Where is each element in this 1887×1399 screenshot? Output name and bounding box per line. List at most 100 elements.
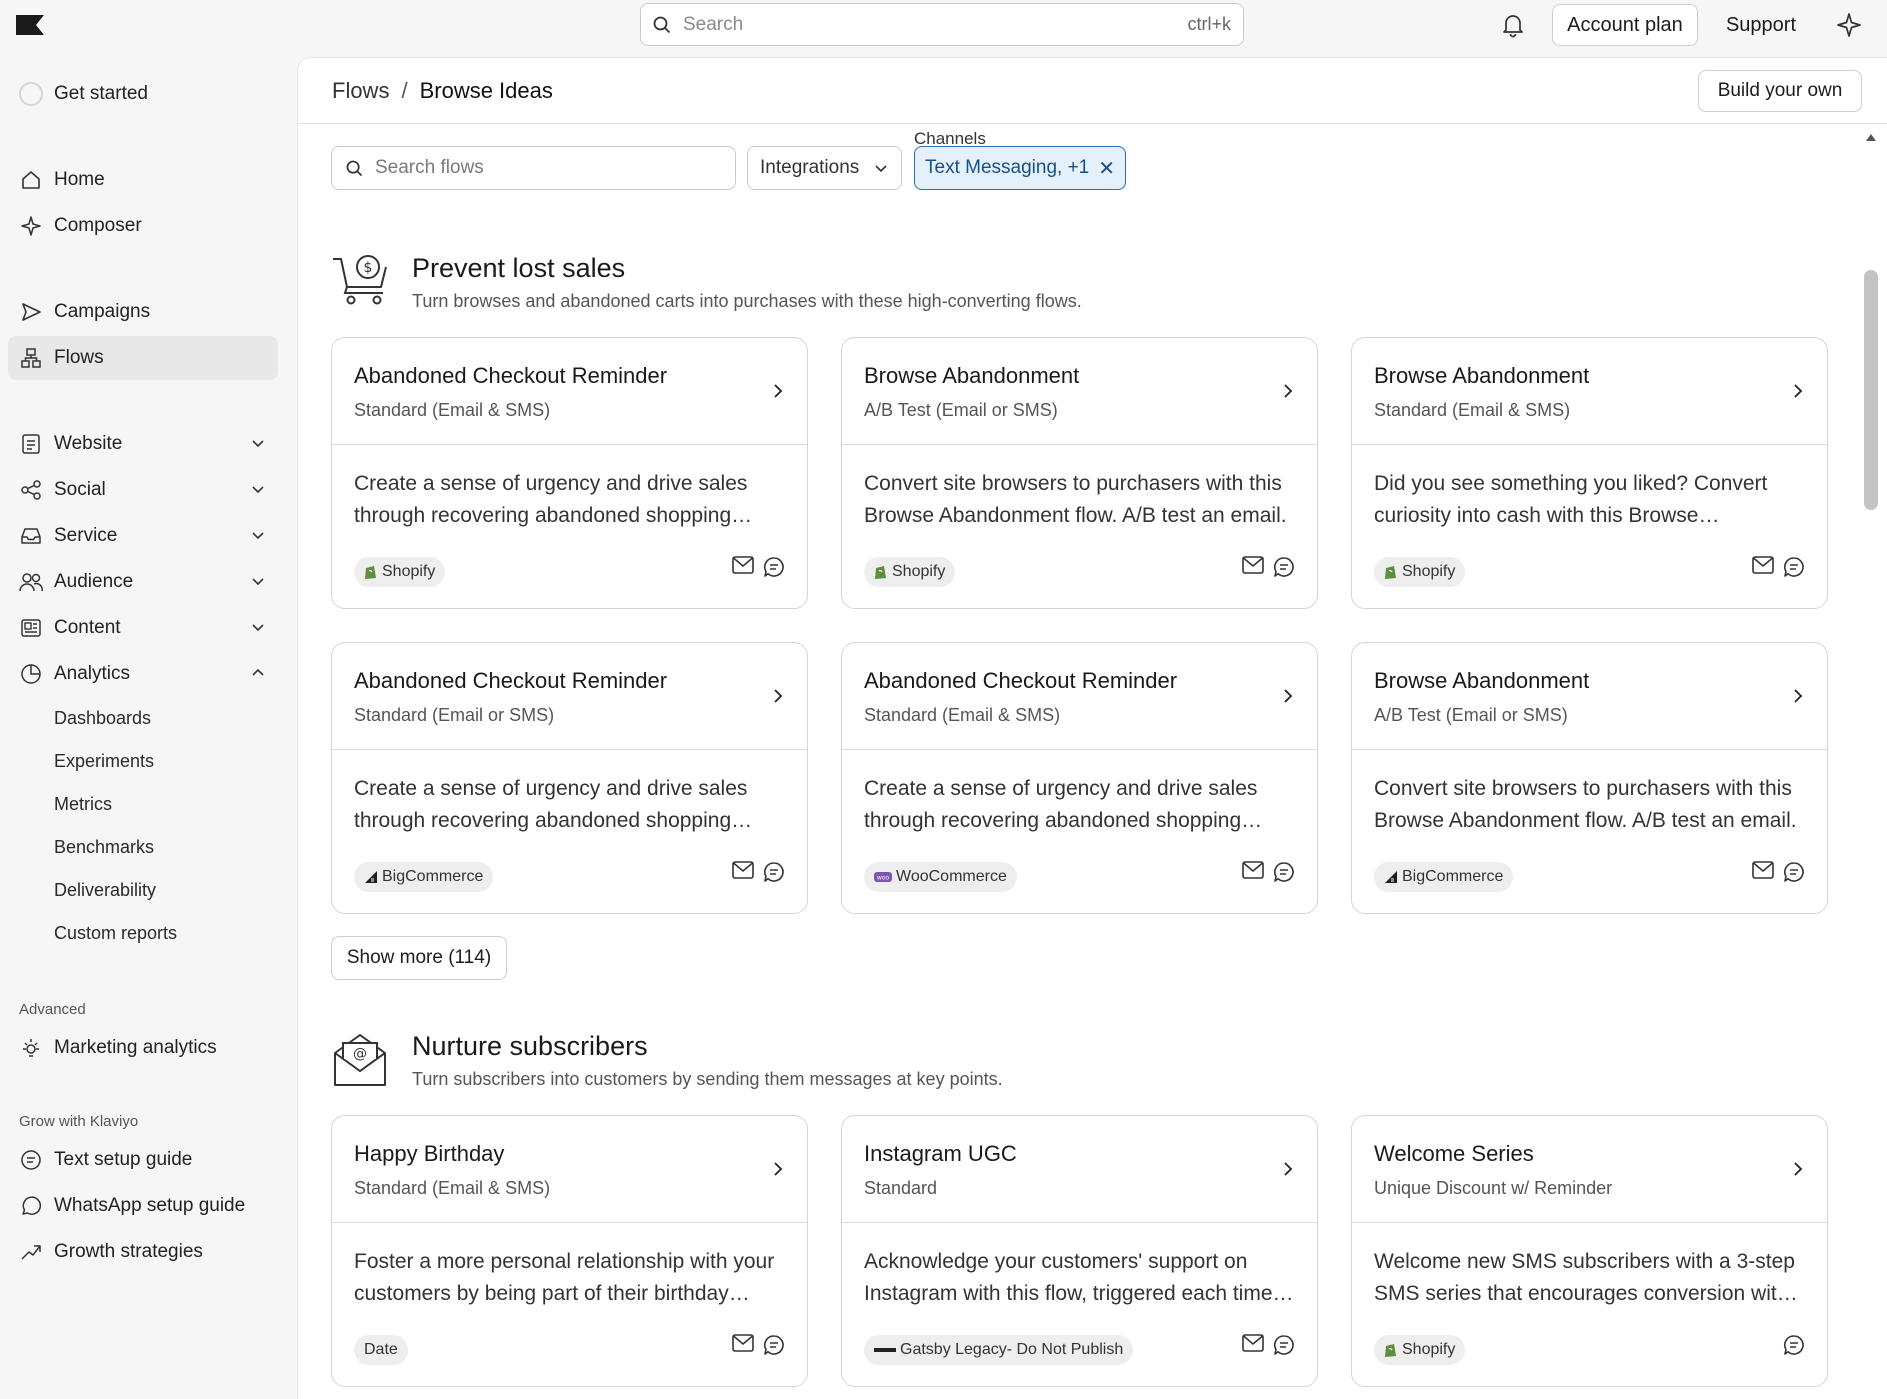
sidebar-item-composer[interactable]: Composer: [8, 204, 278, 248]
svg-text:$: $: [364, 260, 373, 276]
integration-tag-label: Shopify: [892, 563, 946, 580]
build-your-own-button[interactable]: Build your own: [1698, 70, 1862, 112]
chevron-right-icon[interactable]: [1281, 382, 1295, 400]
flow-card[interactable]: Abandoned Checkout Reminder Standard (Ema…: [841, 642, 1318, 914]
document-icon: [18, 431, 44, 457]
chevron-right-icon[interactable]: [771, 382, 785, 400]
chevron-right-icon[interactable]: [1281, 1160, 1295, 1178]
bigcommerce-icon: [364, 870, 378, 884]
flow-card-header[interactable]: Browse Abandonment A/B Test (Email or SMS…: [1352, 643, 1827, 750]
whatsapp-icon: [18, 1193, 44, 1219]
integration-tag: Gatsby Legacy- Do Not Publish: [864, 1335, 1134, 1365]
flow-card-description: Did you see something you liked? Convert…: [1374, 472, 1768, 527]
search-shortcut-hint: ctrl+k: [1187, 14, 1231, 34]
search-flows-input[interactable]: Search flows: [331, 146, 736, 190]
sidebar-item-flows[interactable]: Flows: [8, 336, 278, 380]
sidebar-item-label: Get started: [54, 83, 148, 104]
flow-card-description: Acknowledge your customers' support on I…: [864, 1250, 1273, 1305]
klaviyo-logo-icon[interactable]: [16, 15, 46, 35]
sidebar-item-label: Campaigns: [54, 301, 151, 322]
section-title: Prevent lost sales: [412, 253, 626, 283]
flow-card-header[interactable]: Happy Birthday Standard (Email & SMS): [332, 1116, 807, 1223]
flow-card-title: Happy Birthday: [354, 1141, 505, 1166]
home-icon: [18, 167, 44, 193]
sidebar-item-content[interactable]: Content: [8, 606, 278, 650]
close-icon[interactable]: ✕: [1098, 156, 1115, 181]
integration-tag-label: BigCommerce: [1402, 868, 1504, 885]
chevron-right-icon[interactable]: [1791, 1160, 1805, 1178]
breadcrumb-separator: /: [401, 78, 408, 103]
sidebar-item-text-setup-guide[interactable]: Text setup guide: [8, 1138, 278, 1182]
flow-card-description: Welcome new SMS subscribers with a 3-ste…: [1374, 1250, 1795, 1305]
sidebar-item-campaigns[interactable]: Campaigns: [8, 290, 278, 334]
flow-card[interactable]: Browse Abandonment A/B Test (Email or SMS…: [841, 337, 1318, 609]
flow-card-title: Welcome Series: [1374, 1141, 1534, 1166]
flow-card-subtitle: Standard (Email & SMS): [354, 400, 551, 420]
sidebar-item-analytics[interactable]: Analytics: [8, 652, 278, 696]
sidebar-item-service[interactable]: Service: [8, 514, 278, 558]
sidebar-item-growth-strategies[interactable]: Growth strategies: [8, 1230, 278, 1274]
flow-card-subtitle: Standard: [864, 1178, 938, 1198]
sidebar-item-label: Flows: [54, 347, 104, 368]
sidebar-subitem-custom-reports[interactable]: Custom reports: [54, 923, 177, 944]
show-more-button[interactable]: Show more (114): [331, 936, 507, 980]
flow-card-subtitle: A/B Test (Email or SMS): [1374, 705, 1568, 725]
integrations-dropdown[interactable]: Integrations: [747, 146, 902, 190]
flow-card[interactable]: Browse Abandonment A/B Test (Email or SMS…: [1351, 642, 1828, 914]
flow-card[interactable]: Browse Abandonment Standard (Email & SMS)…: [1351, 337, 1828, 609]
flow-card-title: Browse Abandonment: [1374, 668, 1590, 693]
chevron-right-icon[interactable]: [1281, 687, 1295, 705]
chevron-down-icon: [873, 160, 889, 176]
flow-card-header[interactable]: Abandoned Checkout Reminder Standard (Ema…: [332, 643, 807, 750]
flow-card-header[interactable]: Welcome Series Unique Discount w/ Reminde…: [1352, 1116, 1827, 1223]
global-search-input[interactable]: Search ctrl+k: [640, 3, 1244, 46]
flow-card-header[interactable]: Abandoned Checkout Reminder Standard (Ema…: [332, 338, 807, 445]
flow-card-header[interactable]: Abandoned Checkout Reminder Standard (Ema…: [842, 643, 1317, 750]
sidebar-item-label: Website: [54, 433, 123, 454]
sidebar-item-get-started[interactable]: Get started: [8, 72, 278, 116]
sidebar-item-audience[interactable]: Audience: [8, 560, 278, 604]
flow-card-header[interactable]: Browse Abandonment A/B Test (Email or SMS…: [842, 338, 1317, 445]
flow-card-title: Abandoned Checkout Reminder: [354, 668, 668, 693]
gatsby-icon: [874, 1346, 896, 1354]
flow-card[interactable]: Happy Birthday Standard (Email & SMS) Fost…: [331, 1115, 808, 1387]
ai-sparkle-icon[interactable]: [1836, 12, 1862, 38]
flow-card[interactable]: Abandoned Checkout Reminder Standard (Ema…: [331, 642, 808, 914]
flow-card-title: Browse Abandonment: [1374, 363, 1590, 388]
flow-card[interactable]: Instagram UGC Standard Acknowledge your cu…: [841, 1115, 1318, 1387]
sidebar-item-whatsapp-setup-guide[interactable]: WhatsApp setup guide: [8, 1184, 278, 1228]
chevron-right-icon[interactable]: [771, 687, 785, 705]
notifications-bell-icon[interactable]: [1500, 12, 1526, 38]
email-channel-icon: [732, 861, 754, 883]
support-button[interactable]: Support: [1716, 4, 1806, 46]
integration-tag-label: Shopify: [382, 563, 436, 580]
sms-channel-icon: [1273, 556, 1295, 578]
sidebar-subitem-benchmarks[interactable]: Benchmarks: [54, 837, 154, 858]
chevron-right-icon[interactable]: [1791, 382, 1805, 400]
shopify-icon: [1384, 1342, 1398, 1358]
scroll-up-arrow-icon[interactable]: [1865, 132, 1877, 142]
account-plan-button[interactable]: Account plan: [1552, 4, 1698, 46]
scrollbar-thumb[interactable]: [1864, 270, 1878, 510]
shopify-icon: [1384, 564, 1398, 580]
sidebar-item-social[interactable]: Social: [8, 468, 278, 512]
chevron-down-icon: [250, 527, 266, 543]
sidebar-subitem-metrics[interactable]: Metrics: [54, 794, 112, 815]
chevron-right-icon[interactable]: [1791, 687, 1805, 705]
sms-channel-icon: [1273, 1334, 1295, 1356]
sidebar-subitem-dashboards[interactable]: Dashboards: [54, 708, 151, 729]
channel-icons: [732, 861, 785, 883]
sidebar-item-marketing-analytics[interactable]: Marketing analytics: [8, 1026, 278, 1070]
sidebar-subitem-deliverability[interactable]: Deliverability: [54, 880, 156, 901]
flow-card-header[interactable]: Browse Abandonment Standard (Email & SMS): [1352, 338, 1827, 445]
email-channel-icon: [1752, 556, 1774, 578]
sidebar-item-website[interactable]: Website: [8, 422, 278, 466]
flow-card[interactable]: Welcome Series Unique Discount w/ Reminde…: [1351, 1115, 1828, 1387]
channels-filter-chip[interactable]: Text Messaging, +1 ✕: [914, 146, 1126, 190]
flow-card-header[interactable]: Instagram UGC Standard: [842, 1116, 1317, 1223]
breadcrumb-flows-link[interactable]: Flows: [332, 78, 389, 104]
sidebar-item-home[interactable]: Home: [8, 158, 278, 202]
sidebar-subitem-experiments[interactable]: Experiments: [54, 751, 154, 772]
chevron-right-icon[interactable]: [771, 1160, 785, 1178]
flow-card[interactable]: Abandoned Checkout Reminder Standard (Ema…: [331, 337, 808, 609]
